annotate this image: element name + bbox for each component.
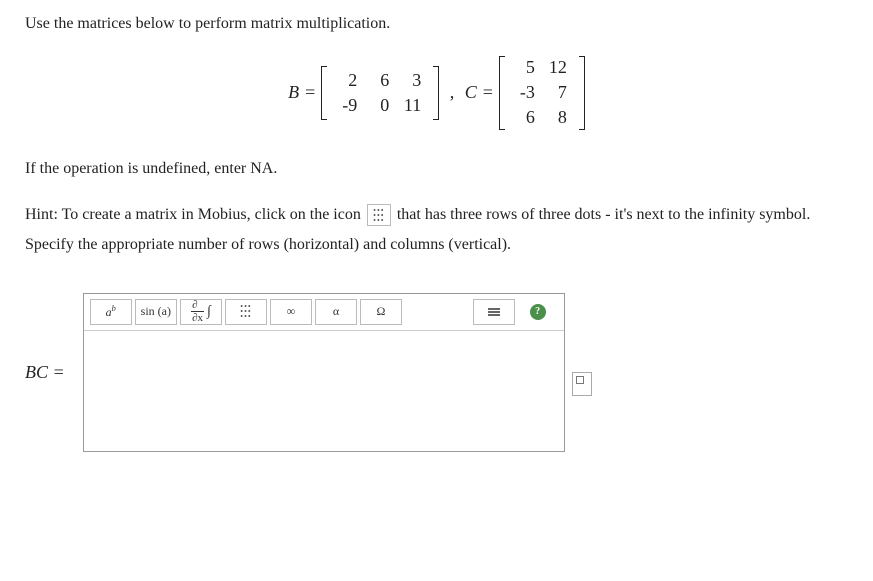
derivative-button[interactable]: ∂ ∂x ∫	[180, 299, 222, 325]
answer-label: BC =	[25, 362, 65, 383]
infinity-button[interactable]: ∞	[270, 299, 312, 325]
grid-dots-icon: •••••••••	[240, 305, 251, 318]
trig-button[interactable]: sin (a)	[135, 299, 177, 325]
matrix-cell: 6	[371, 70, 389, 91]
hint-text: Hint: To create a matrix in Mobius, clic…	[25, 200, 848, 261]
equals-sign: =	[305, 82, 315, 103]
equals-sign: =	[483, 82, 493, 103]
left-bracket	[499, 56, 505, 130]
help-button[interactable]: ?	[518, 300, 558, 324]
matrix-b-label: B	[288, 82, 299, 103]
keyboard-button[interactable]	[473, 299, 515, 325]
matrix-cell: 12	[549, 57, 567, 78]
matrix-cell: 2	[339, 70, 357, 91]
matrix-b-equation: B = 2 6 3 -9 0 11	[288, 66, 439, 120]
help-icon: ?	[530, 304, 546, 320]
matrix-cell: 8	[549, 107, 567, 128]
matrix-display: B = 2 6 3 -9 0 11 , C = 5 12 -3 7 6 8	[25, 53, 848, 132]
matrix-cell: 5	[517, 57, 535, 78]
matrix-cell: 3	[403, 70, 421, 91]
undefined-note: If the operation is undefined, enter NA.	[25, 160, 848, 178]
equation-editor[interactable]: ab sin (a) ∂ ∂x ∫ ••••••••• ∞ α Ω	[83, 293, 565, 452]
matrix-c-equation: C = 5 12 -3 7 6 8	[465, 53, 585, 132]
right-bracket	[579, 56, 585, 130]
hint-pre: Hint: To create a matrix in Mobius, clic…	[25, 206, 361, 223]
matrix-icon: •••••••••	[367, 204, 391, 226]
matrix-button[interactable]: •••••••••	[225, 299, 267, 325]
editor-input-area[interactable]	[84, 331, 564, 451]
right-bracket	[433, 66, 439, 120]
hint-post1: that has three rows of three dots - it's…	[397, 206, 681, 223]
grid-dots-icon: •••••••••	[373, 209, 384, 222]
instruction-text: Use the matrices below to perform matrix…	[25, 15, 848, 33]
matrix-cell: 6	[517, 107, 535, 128]
matrix-c-grid: 5 12 -3 7 6 8	[511, 53, 573, 132]
omega-button[interactable]: Ω	[360, 299, 402, 325]
left-bracket	[321, 66, 327, 120]
separator-comma: ,	[450, 82, 455, 102]
matrix-b-grid: 2 6 3 -9 0 11	[333, 66, 427, 120]
matrix-cell: -9	[339, 95, 357, 116]
alpha-button[interactable]: α	[315, 299, 357, 325]
matrix-c-label: C	[465, 82, 477, 103]
matrix-cell: -3	[517, 82, 535, 103]
exponent-button[interactable]: ab	[90, 299, 132, 325]
keyboard-icon	[488, 308, 500, 316]
matrix-cell: 11	[403, 95, 421, 116]
matrix-cell: 0	[371, 95, 389, 116]
editor-toolbar: ab sin (a) ∂ ∂x ∫ ••••••••• ∞ α Ω	[84, 294, 564, 331]
matrix-cell: 7	[549, 82, 567, 103]
expand-button[interactable]	[572, 372, 592, 396]
